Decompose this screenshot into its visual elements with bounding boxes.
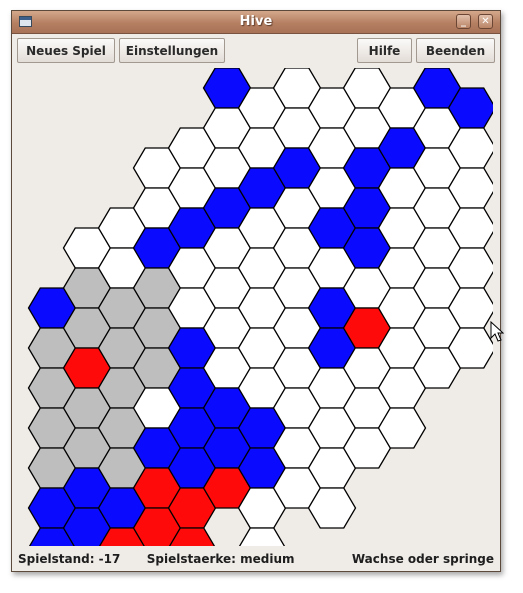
close-button[interactable]: ✕ — [478, 14, 493, 29]
strength-label: Spielstaerke: medium — [146, 552, 295, 566]
hex-cell-empty[interactable] — [237, 527, 287, 569]
status-bar: Spielstand: -17 Spielstaerke: medium Wac… — [12, 547, 500, 571]
quit-button[interactable]: Beenden — [416, 38, 495, 63]
new-game-button[interactable]: Neues Spiel — [17, 38, 115, 63]
settings-button[interactable]: Einstellungen — [119, 38, 225, 63]
help-button[interactable]: Hilfe — [357, 38, 412, 63]
title-bar[interactable]: Hive _ ✕ — [12, 11, 500, 34]
hex-grid[interactable] — [19, 67, 497, 569]
app-window: Hive _ ✕ Neues Spiel Einstellungen Hilfe… — [11, 10, 501, 572]
window-title: Hive — [239, 14, 273, 29]
game-board[interactable] — [19, 67, 497, 569]
mouse-pointer-icon — [490, 321, 504, 342]
minimize-button[interactable]: _ — [456, 14, 471, 29]
score-label: Spielstand: -17 — [18, 552, 121, 566]
status-left: Spielstand: -17 Spielstaerke: medium — [18, 552, 295, 566]
hint-label: Wachse oder springe — [351, 552, 494, 566]
